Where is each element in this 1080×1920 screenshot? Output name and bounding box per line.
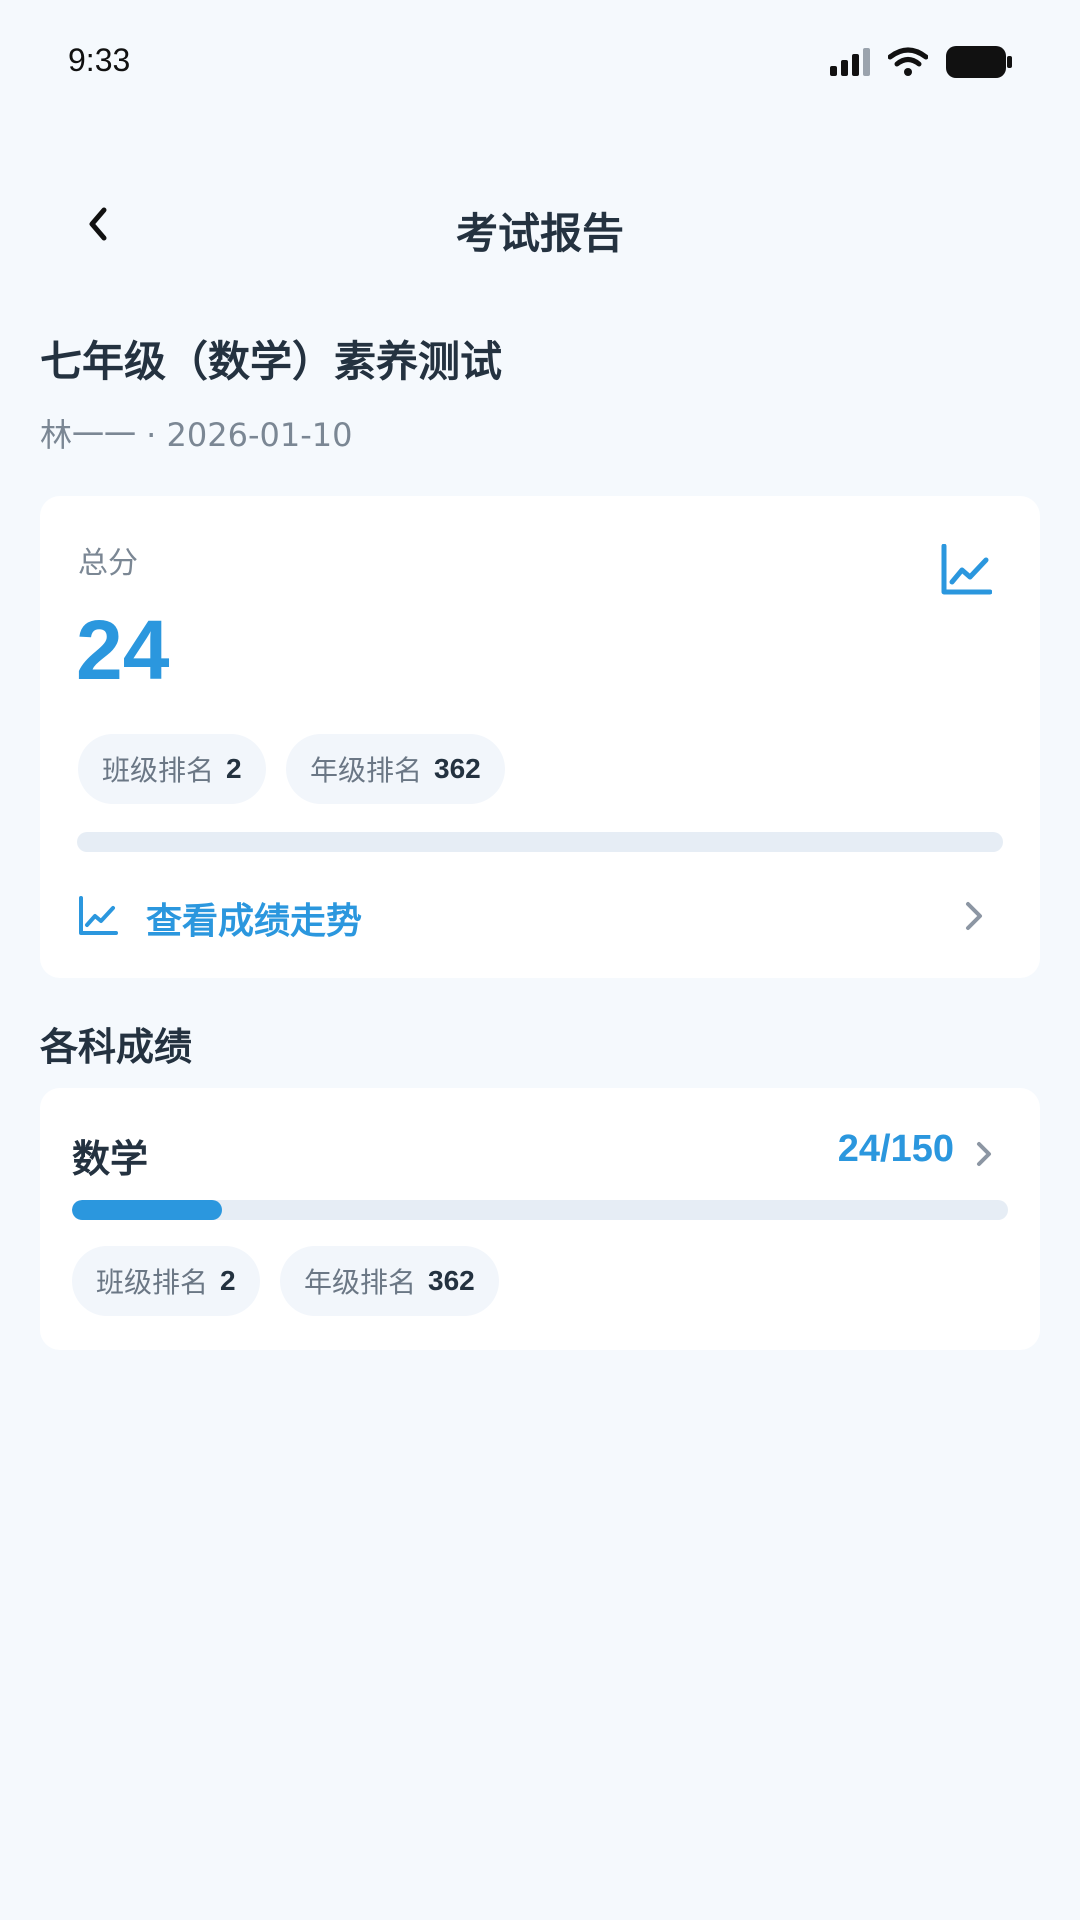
subject-class-rank-label: 班级排名: [96, 1266, 209, 1299]
class-rank-value: 2: [226, 753, 242, 784]
grade-rank-chip: 年级排名 362: [286, 734, 505, 804]
view-trend-link[interactable]: 查看成绩走势: [40, 886, 1040, 946]
subject-class-rank-value: 2: [220, 1265, 236, 1296]
class-rank-chip: 班级排名 2: [78, 734, 266, 804]
battery-icon: [946, 46, 1012, 78]
total-score-value: 24: [76, 603, 170, 697]
status-icons: [830, 46, 1012, 78]
exam-meta: 林一一 · 2026-01-10: [40, 416, 353, 454]
subject-class-rank-chip: 班级排名 2: [72, 1246, 260, 1316]
subject-progress-fill: [72, 1200, 222, 1220]
nav-bar: 考试报告: [0, 180, 1080, 270]
subject-progress-track: [72, 1200, 1008, 1220]
subject-score: 24/150: [837, 1128, 954, 1170]
total-progress-track: [77, 832, 1003, 852]
subject-grade-rank-chip: 年级排名 362: [280, 1246, 499, 1316]
trend-icon: [79, 896, 118, 935]
grade-rank-label: 年级排名: [310, 754, 423, 787]
exam-title: 七年级（数学）素养测试: [40, 337, 503, 386]
status-bar: 9:33: [0, 0, 1080, 120]
total-score-label: 总分: [78, 546, 138, 581]
status-time: 9:33: [68, 42, 131, 78]
grade-rank-value: 362: [434, 753, 481, 784]
subjects-section-title: 各科成绩: [40, 1025, 193, 1069]
view-trend-label: 查看成绩走势: [146, 901, 363, 942]
subject-name: 数学: [72, 1137, 149, 1181]
total-score-card: 总分 24 班级排名 2 年级排名 362 查看成绩走势: [40, 496, 1040, 978]
signal-icon: [830, 48, 870, 76]
wifi-icon: [888, 47, 928, 76]
class-rank-label: 班级排名: [102, 754, 215, 787]
subject-grade-rank-value: 362: [428, 1265, 475, 1296]
chevron-right-icon: [966, 902, 982, 930]
subject-card-math[interactable]: 数学 24/150 班级排名 2 年级排名 362: [40, 1088, 1040, 1350]
line-chart-icon[interactable]: [940, 544, 992, 596]
subject-grade-rank-label: 年级排名: [304, 1266, 417, 1299]
chevron-right-icon: [977, 1142, 991, 1166]
page-title: 考试报告: [455, 209, 624, 258]
